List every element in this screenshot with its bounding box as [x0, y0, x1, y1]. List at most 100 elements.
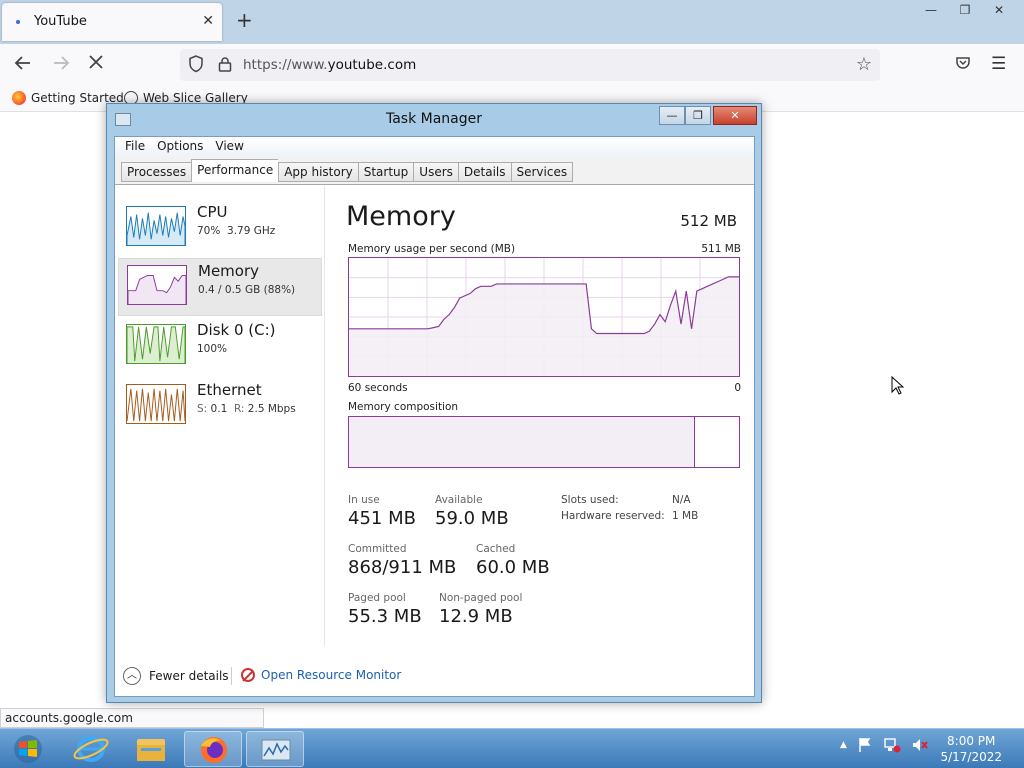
loading-dot-icon — [16, 20, 20, 24]
tab-close-button[interactable]: ✕ — [202, 13, 214, 29]
bookmark-star-icon[interactable]: ☆ — [856, 54, 872, 75]
hamburger-menu-icon[interactable]: ☰ — [991, 54, 1006, 74]
new-tab-button[interactable]: + — [236, 9, 253, 31]
system-tray: ▲ — [840, 737, 929, 753]
graph-time-span: 60 seconds — [348, 382, 408, 394]
tab-performance[interactable]: Performance — [191, 159, 279, 182]
stat-non-paged-pool: Non-paged pool 12.9 MB — [439, 592, 522, 627]
stat-value: 59.0 MB — [435, 508, 509, 529]
ethernet-thumbnail-graph — [126, 384, 186, 424]
tm-maximize-button[interactable]: ❐ — [685, 106, 711, 125]
task-manager-client: File Options View Processes Performance … — [114, 136, 755, 697]
browser-tabstrip: YouTube ✕ + — ❐ ✕ — [0, 0, 1024, 44]
graph-time-zero: 0 — [734, 382, 741, 394]
firefox-icon — [201, 737, 227, 763]
tab-services[interactable]: Services — [510, 162, 574, 182]
task-manager-footer: ︿ Fewer details Open Resource Monitor — [115, 657, 754, 697]
fewer-details-label: Fewer details — [149, 669, 229, 683]
menu-file[interactable]: File — [119, 137, 151, 156]
tm-close-button[interactable]: ✕ — [713, 106, 757, 125]
url-host: youtube.com — [327, 57, 417, 73]
resource-cpu[interactable]: CPU 70% 3.79 GHz — [118, 200, 322, 258]
resource-name: CPU — [197, 203, 228, 221]
network-icon[interactable] — [883, 737, 901, 753]
stat-value: 55.3 MB — [348, 606, 422, 627]
hardware-reserved-value: 1 MB — [672, 510, 699, 522]
windows-logo-icon — [14, 735, 42, 763]
taskbar-clock[interactable]: 8:00 PM 5/17/2022 — [940, 733, 1002, 765]
taskbar-file-explorer[interactable] — [122, 731, 180, 767]
task-manager-icon — [261, 739, 291, 761]
stat-label: Non-paged pool — [439, 592, 523, 604]
memory-thumbnail-graph — [127, 265, 187, 305]
action-center-flag-icon[interactable] — [857, 737, 873, 753]
receive-label: R: — [233, 403, 245, 415]
taskbar-firefox[interactable] — [184, 731, 242, 767]
usage-graph-label: Memory usage per second (MB) — [348, 243, 516, 255]
receive-value: 2.5 Mbps — [247, 403, 296, 415]
clock-time: 8:00 PM — [947, 734, 996, 748]
show-hidden-icons-button[interactable]: ▲ — [840, 740, 847, 750]
resource-disk[interactable]: Disk 0 (C:) 100% — [118, 318, 322, 376]
forward-button[interactable] — [52, 54, 70, 77]
internet-explorer-icon — [73, 736, 109, 762]
close-button[interactable]: ✕ — [984, 1, 1014, 19]
task-manager-titlebar[interactable]: Task Manager — ❐ ✕ — [107, 104, 761, 136]
navigation-bar: https://www.youtube.com ☆ ☰ — [0, 44, 1024, 86]
pocket-icon[interactable] — [955, 55, 971, 74]
stop-loading-button[interactable] — [88, 54, 104, 75]
composition-label: Memory composition — [348, 401, 459, 413]
resource-memory[interactable]: Memory 0.4 / 0.5 GB (88%) — [118, 258, 322, 316]
url-text[interactable]: https://www.youtube.com — [243, 57, 416, 73]
resource-ethernet[interactable]: Ethernet S: 0.1 R: 2.5 Mbps — [118, 378, 322, 436]
resource-monitor-icon — [241, 668, 255, 682]
composition-in-use-segment — [349, 417, 695, 467]
usage-area — [349, 276, 739, 376]
stat-in-use: In use 451 MB — [348, 494, 416, 529]
url-scheme: https://www. — [243, 57, 328, 73]
volume-muted-icon[interactable] — [911, 737, 929, 753]
stat-committed: Committed 868/911 MB — [348, 543, 456, 578]
browser-tab-youtube[interactable]: YouTube ✕ — [2, 3, 222, 41]
task-manager-window: Task Manager — ❐ ✕ File Options View Pro… — [106, 103, 762, 703]
resource-detail: 100% — [197, 343, 228, 355]
tab-processes[interactable]: Processes — [121, 162, 192, 182]
tab-details[interactable]: Details — [457, 162, 511, 182]
resource-name: Memory — [198, 262, 260, 280]
memory-total: 512 MB — [680, 212, 737, 230]
taskbar-task-manager[interactable] — [246, 731, 304, 767]
memory-composition-bar — [348, 416, 740, 468]
disk-thumbnail-graph — [126, 324, 186, 364]
firefox-icon — [12, 91, 26, 105]
mouse-cursor-icon — [891, 376, 905, 395]
resource-detail: 0.4 / 0.5 GB (88%) — [198, 284, 296, 296]
stat-available: Available 59.0 MB — [435, 494, 509, 529]
stat-paged-pool: Paged pool 55.3 MB — [348, 592, 422, 627]
taskbar-internet-explorer[interactable] — [62, 731, 120, 767]
resource-name: Disk 0 (C:) — [197, 321, 276, 339]
chevron-up-icon: ︿ — [123, 667, 141, 685]
address-bar[interactable]: https://www.youtube.com ☆ — [180, 49, 880, 81]
lock-icon[interactable] — [218, 56, 232, 72]
start-button[interactable] — [8, 734, 48, 764]
tab-bar: Processes Performance App history Startu… — [115, 156, 754, 185]
tab-app-history[interactable]: App history — [278, 162, 358, 182]
folder-icon — [137, 739, 165, 761]
cpu-thumbnail-graph — [126, 206, 186, 246]
slots-used-label: Slots used: — [561, 494, 619, 506]
stat-cached: Cached 60.0 MB — [476, 543, 550, 578]
cpu-usage: 70% — [197, 225, 221, 237]
minimize-button[interactable]: — — [916, 1, 946, 19]
cpu-speed: 3.79 GHz — [227, 225, 276, 237]
open-resource-monitor-link[interactable]: Open Resource Monitor — [241, 668, 401, 682]
back-button[interactable] — [14, 54, 32, 77]
tracking-protection-shield-icon[interactable] — [188, 55, 204, 73]
restore-button[interactable]: ❐ — [950, 1, 980, 19]
fewer-details-button[interactable]: ︿ Fewer details — [123, 667, 229, 685]
tm-minimize-button[interactable]: — — [659, 106, 685, 125]
resource-detail: 70% 3.79 GHz — [197, 225, 275, 237]
menu-view[interactable]: View — [209, 137, 249, 156]
tab-startup[interactable]: Startup — [357, 162, 414, 182]
tab-users[interactable]: Users — [413, 162, 458, 182]
menu-options[interactable]: Options — [151, 137, 209, 156]
